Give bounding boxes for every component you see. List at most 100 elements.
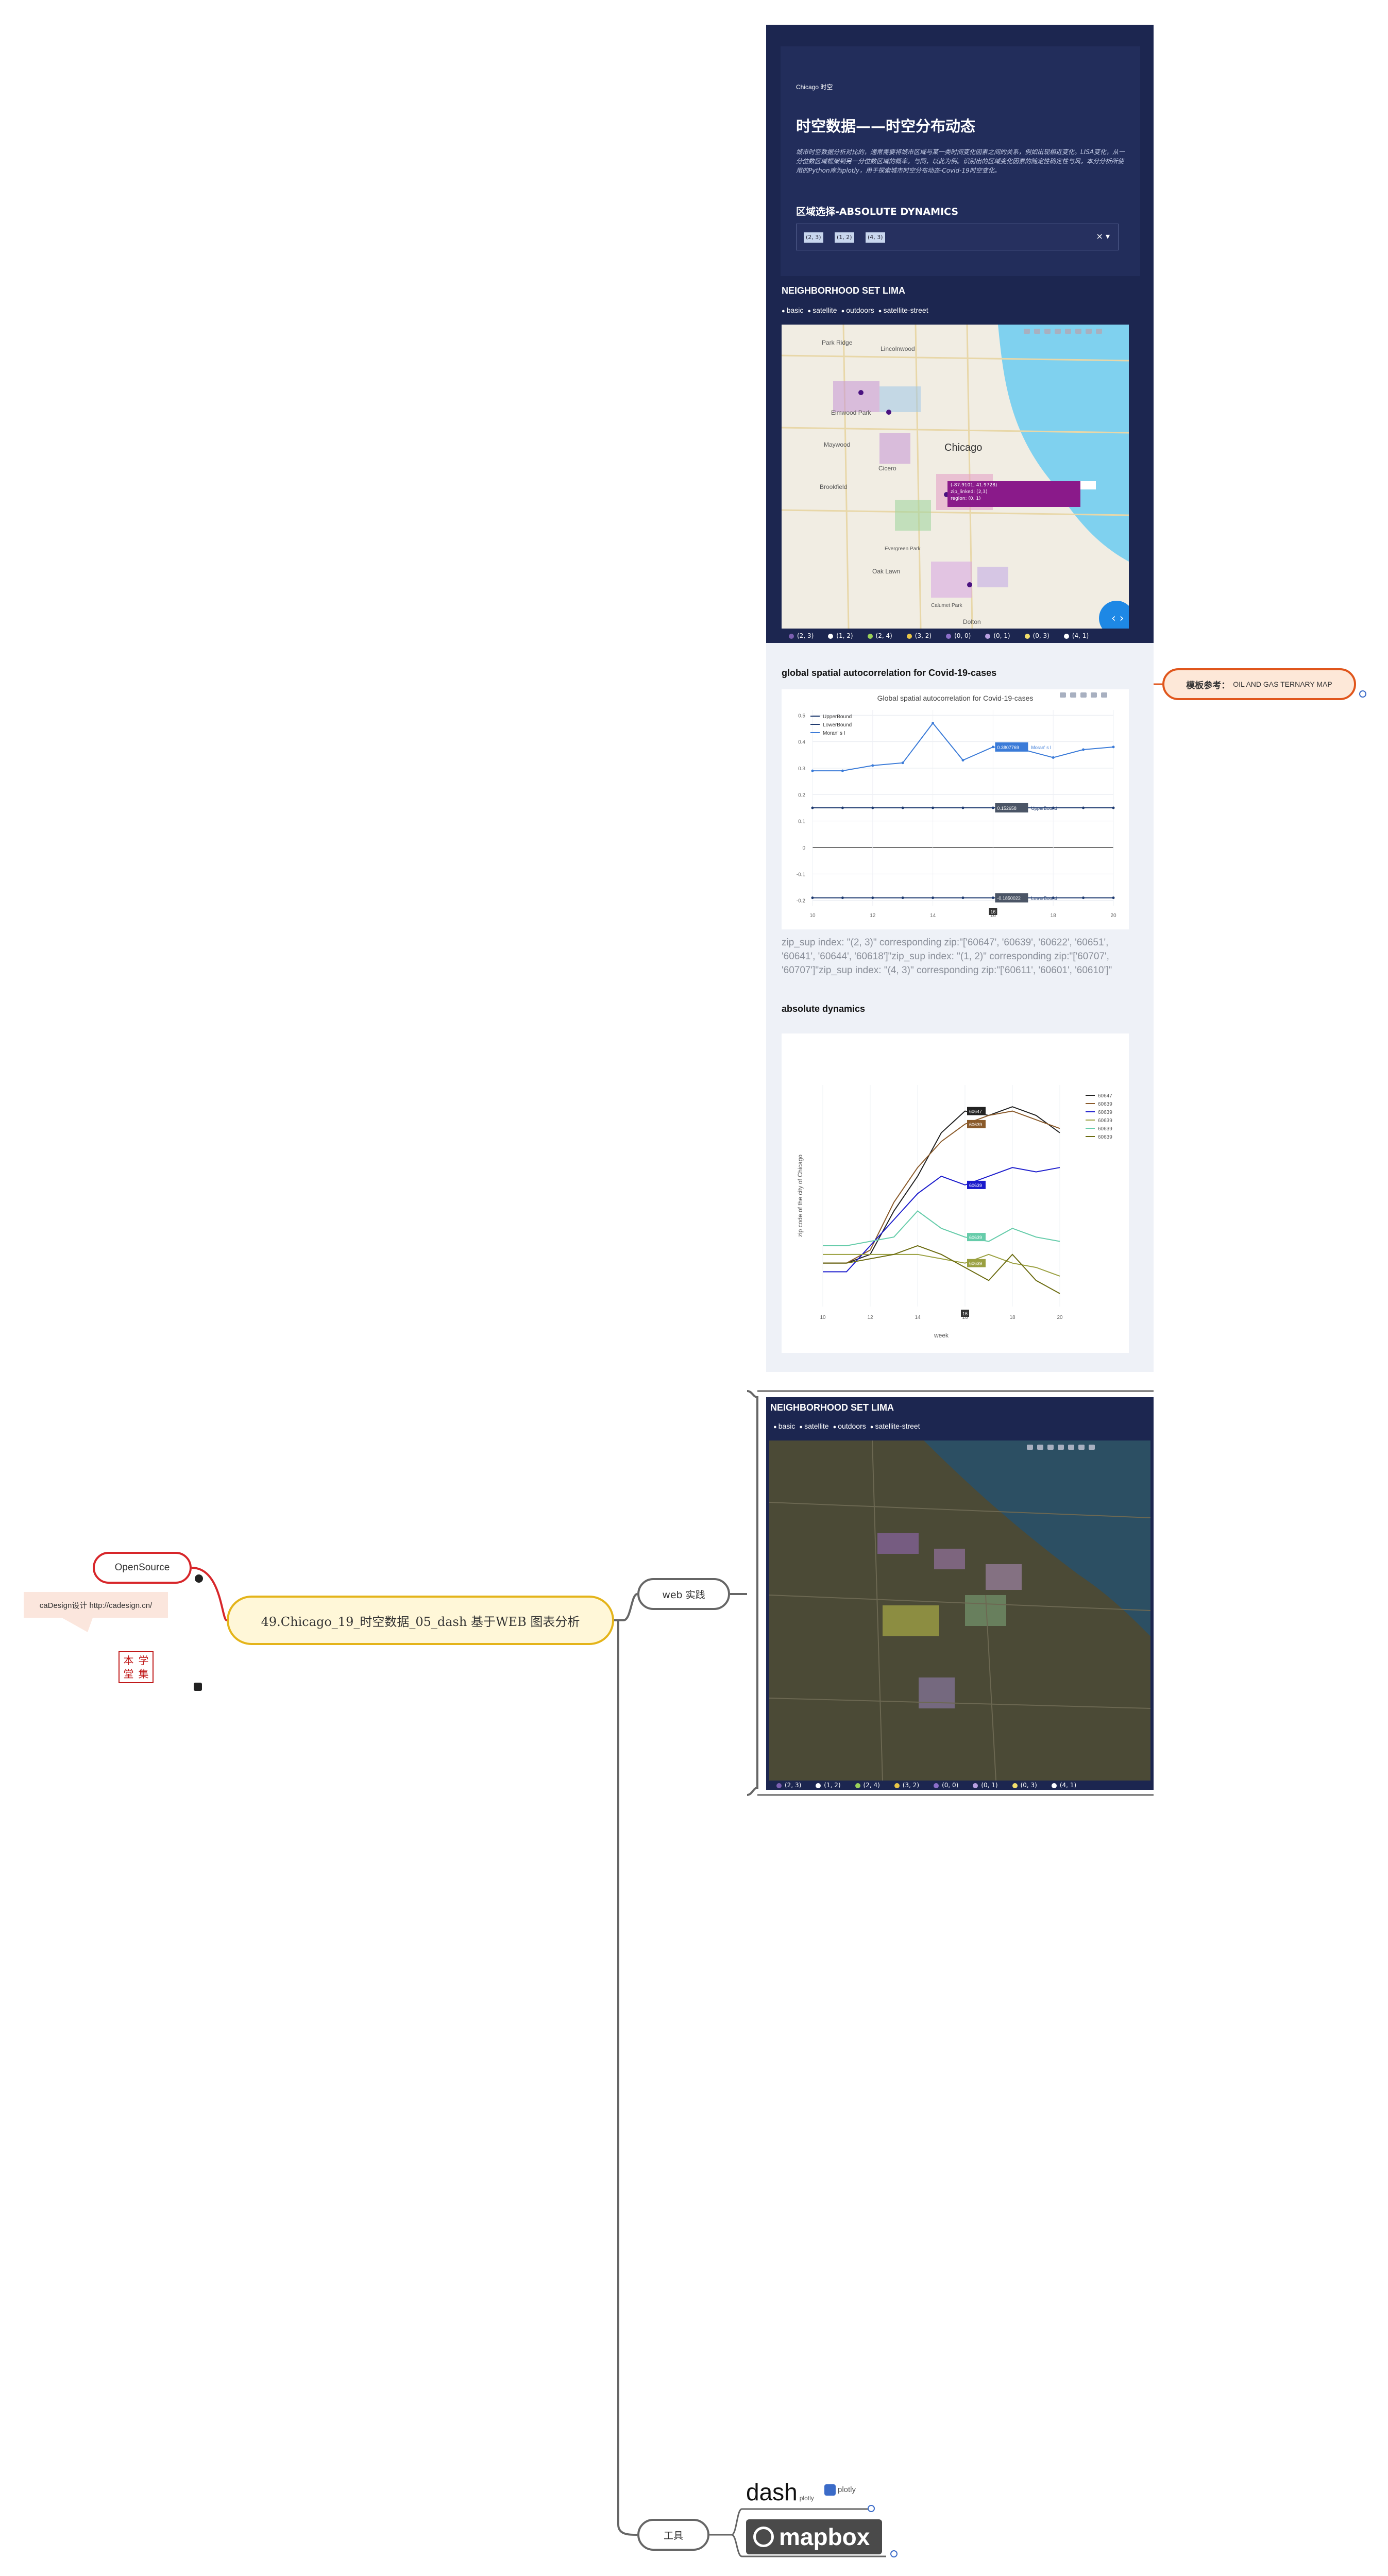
legend-item[interactable]: (2, 3) xyxy=(776,1782,801,1789)
data-point xyxy=(1082,748,1085,751)
template-ref-node[interactable]: 模板参考： OIL AND GAS TERNARY MAP xyxy=(1162,668,1356,700)
region-chip[interactable]: (4, 3) xyxy=(866,232,885,243)
data-point xyxy=(991,806,994,809)
map-label: Park Ridge xyxy=(822,339,853,346)
legend-swatch xyxy=(946,633,952,639)
satellite-style-radio[interactable]: basic satellite outdoors satellite-stree… xyxy=(773,1422,920,1430)
legend-item[interactable]: (2, 4) xyxy=(867,632,892,639)
link-marker-icon[interactable] xyxy=(1359,690,1366,698)
data-point xyxy=(961,806,964,809)
legend-item[interactable]: (0, 1) xyxy=(973,1782,998,1789)
map-label: Elmwood Park xyxy=(831,409,871,416)
satellite-title: NEIGHBORHOOD SET LIMA xyxy=(770,1402,894,1413)
legend-label: 60639 xyxy=(1098,1110,1112,1115)
legend-item[interactable]: (0, 3) xyxy=(1012,1782,1037,1789)
chart-modebar[interactable] xyxy=(1060,692,1107,698)
legend-label: Moran' s I xyxy=(823,731,845,736)
data-point xyxy=(961,896,964,900)
hover-series-name: Moran' s I xyxy=(1031,745,1051,750)
hover-label: 60639 xyxy=(969,1183,982,1188)
radio-basic[interactable]: basic xyxy=(782,306,804,314)
clear-and-dropdown-icon[interactable]: × ▾ xyxy=(1096,231,1110,241)
legend-label: (0, 1) xyxy=(993,632,1010,639)
dash-logo-text: dash xyxy=(746,2479,798,2505)
data-point xyxy=(1082,806,1085,809)
legend-item[interactable]: (0, 1) xyxy=(985,632,1010,639)
region-multiselect[interactable]: (2, 3) (1, 2) (4, 3) × ▾ xyxy=(796,224,1119,250)
web-practice-node[interactable]: web 实践 xyxy=(637,1578,730,1610)
neighborhood-map[interactable]: ‹ › Park Ridge Lincolnwood Elmwood Park … xyxy=(782,325,1129,629)
y-tick-label: -0.1 xyxy=(797,872,806,877)
legend-label: 60639 xyxy=(1098,1134,1112,1140)
x-tick-label: 14 xyxy=(915,1315,921,1320)
data-point xyxy=(1082,896,1085,900)
x-tick-label: 14 xyxy=(930,913,936,919)
satellite-map[interactable] xyxy=(769,1440,1150,1781)
callout-note: caDesign设计 http://cadesign.cn/ xyxy=(24,1592,168,1618)
legend-label: (0, 0) xyxy=(954,632,971,639)
seal-stamp: 本 学 堂 集 xyxy=(119,1651,154,1683)
legend-item[interactable]: (2, 4) xyxy=(855,1782,880,1789)
hover-label: 60639 xyxy=(969,1235,982,1240)
y-tick-label: 0.5 xyxy=(798,713,805,719)
legend-item[interactable]: (3, 2) xyxy=(894,1782,919,1789)
link-marker-icon[interactable] xyxy=(890,2550,898,2557)
radio-satellite[interactable]: satellite xyxy=(807,306,837,314)
legend-item[interactable]: (4, 1) xyxy=(1063,632,1089,639)
data-point xyxy=(961,759,964,762)
y-tick-label: 0.4 xyxy=(798,740,805,745)
satellite-map-screenshot: NEIGHBORHOOD SET LIMA basic satellite ou… xyxy=(766,1397,1154,1790)
region-chip[interactable]: (2, 3) xyxy=(804,232,823,243)
opensource-node[interactable]: OpenSource xyxy=(93,1552,192,1584)
autocorr-plot[interactable]: Global spatial autocorrelation for Covid… xyxy=(782,689,1129,929)
data-point xyxy=(991,745,994,749)
map-label: Dolton xyxy=(963,618,981,625)
radio-satellite-street[interactable]: satellite-street xyxy=(878,306,928,314)
satellite-modebar[interactable] xyxy=(1027,1445,1095,1450)
map-style-radio[interactable]: basic satellite outdoors satellite-stree… xyxy=(782,306,928,314)
legend-item[interactable]: (0, 0) xyxy=(946,632,971,639)
legend-swatch xyxy=(1024,633,1030,639)
y-tick-label: 0.3 xyxy=(798,766,805,772)
data-point xyxy=(932,806,935,809)
link-marker-icon[interactable] xyxy=(868,2505,875,2512)
legend-label: (2, 4) xyxy=(875,632,892,639)
map-modebar[interactable] xyxy=(1024,329,1102,334)
radio-outdoors[interactable]: outdoors xyxy=(841,306,874,314)
legend-item[interactable]: (1, 2) xyxy=(828,632,853,639)
legend-item[interactable]: (2, 3) xyxy=(789,632,814,639)
seal-char: 集 xyxy=(138,1668,149,1680)
data-point xyxy=(1112,896,1115,900)
main-topic-node[interactable]: 49.Chicago_19_时空数据_05_dash 基于WEB 图表分析 xyxy=(227,1596,614,1645)
series-line xyxy=(813,722,1114,772)
map-label: Evergreen Park xyxy=(885,546,921,552)
data-point xyxy=(1112,806,1115,809)
data-point xyxy=(1052,756,1055,759)
map-label: Brookfield xyxy=(820,483,848,490)
link-icon[interactable] xyxy=(194,1683,202,1691)
radio-satellite[interactable]: satellite xyxy=(799,1422,828,1430)
region-chip[interactable]: (1, 2) xyxy=(835,232,854,243)
map-label: Cicero xyxy=(878,465,896,472)
legend-item[interactable]: (0, 3) xyxy=(1024,632,1050,639)
data-point xyxy=(871,806,874,809)
github-icon[interactable] xyxy=(195,1574,203,1583)
legend-label: (0, 3) xyxy=(1032,632,1050,639)
legend-item[interactable]: (3, 2) xyxy=(906,632,932,639)
x-tick-label: 20 xyxy=(1110,913,1116,919)
legend-label: 60647 xyxy=(1098,1093,1112,1099)
region-select-title: 区域选择-ABSOLUTE DYNAMICS xyxy=(796,206,959,217)
ref-label-bold: 模板参考： xyxy=(1186,680,1230,690)
legend-item[interactable]: (0, 0) xyxy=(934,1782,958,1789)
seal-char: 本 xyxy=(123,1654,134,1667)
tools-node[interactable]: 工具 xyxy=(637,2519,709,2551)
radio-outdoors[interactable]: outdoors xyxy=(833,1422,866,1430)
legend-label: 60639 xyxy=(1098,1118,1112,1124)
legend-item[interactable]: (1, 2) xyxy=(816,1782,841,1789)
radio-satellite-street[interactable]: satellite-street xyxy=(870,1422,920,1430)
legend-item[interactable]: (4, 1) xyxy=(1051,1782,1076,1789)
data-point xyxy=(841,769,844,772)
radio-basic[interactable]: basic xyxy=(773,1422,795,1430)
legend-label: 60639 xyxy=(1098,1126,1112,1132)
absolute-dynamics-plot[interactable]: 10 12 14 16 18 20 week zip code of the city of … xyxy=(782,1033,1129,1353)
